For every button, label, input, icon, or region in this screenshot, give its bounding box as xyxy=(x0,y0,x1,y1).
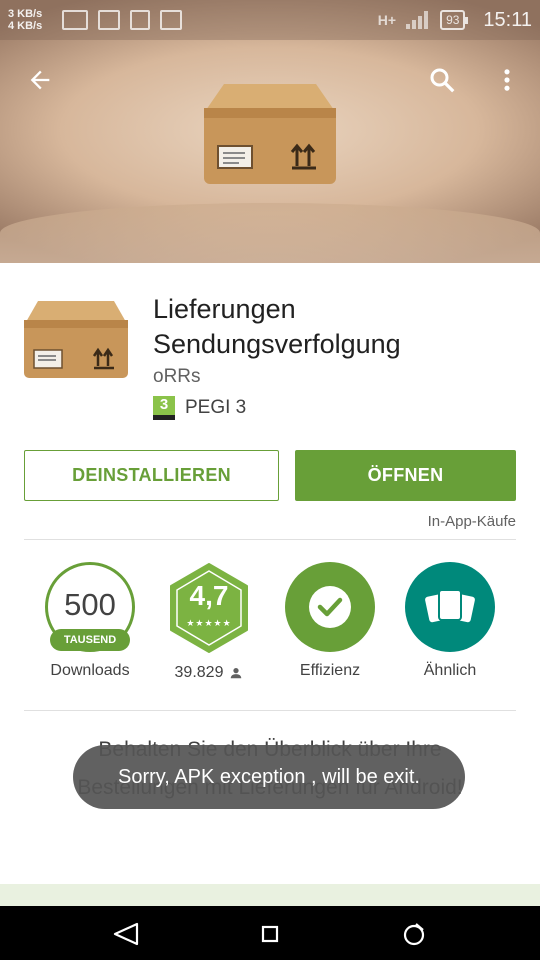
more-options-button[interactable] xyxy=(485,58,529,102)
app-title: Lieferungen Sendungsverfolgung xyxy=(153,294,401,359)
network-speed: 3 KB/s 4 KB/s xyxy=(8,8,56,32)
status-bar: 3 KB/s 4 KB/s H+ 93 15:11 xyxy=(0,0,540,40)
rating-value: 4,7 xyxy=(189,580,229,611)
nav-recents-icon xyxy=(403,923,425,946)
package-illustration xyxy=(204,84,336,184)
bottom-strip xyxy=(0,884,540,906)
header-shelf xyxy=(0,203,540,263)
uninstall-button[interactable]: DEINSTALLIEREN xyxy=(24,450,279,501)
upload-speed: 3 KB/s xyxy=(8,8,43,20)
arrow-back-icon xyxy=(30,70,50,90)
similar-apps-icon xyxy=(425,589,475,623)
downloads-unit: TAUSEND xyxy=(50,629,130,651)
content-rating: 3 PEGI 3 xyxy=(153,396,246,420)
nav-recents-button[interactable] xyxy=(394,914,434,954)
more-vert-icon xyxy=(504,69,510,91)
nav-home-button[interactable] xyxy=(250,914,290,954)
signal-icon xyxy=(406,11,430,29)
category-stat[interactable]: Effizienz xyxy=(270,562,390,680)
mail-icon xyxy=(62,10,88,30)
download-speed: 4 KB/s xyxy=(8,20,43,32)
network-type: H+ xyxy=(377,12,397,28)
clock: 15:11 xyxy=(483,8,532,31)
category-badge xyxy=(285,562,375,652)
briefcase-icon xyxy=(160,10,182,30)
rating-badge: 4,7 ★★★★★ xyxy=(163,562,255,654)
pegi-label: PEGI 3 xyxy=(185,397,247,418)
in-app-purchases-label: In-App-Käufe xyxy=(427,513,516,530)
app-icon xyxy=(24,301,128,378)
divider xyxy=(24,539,516,540)
image-icon xyxy=(98,10,120,30)
downloads-badge: 500 TAUSEND xyxy=(45,562,135,652)
person-icon xyxy=(231,668,242,679)
battery-icon: 93 xyxy=(440,10,469,30)
back-button[interactable] xyxy=(18,58,62,102)
rating-stat[interactable]: 4,7 ★★★★★ 39.829 xyxy=(149,562,269,682)
developer-link[interactable]: oRRs xyxy=(153,366,201,388)
search-icon xyxy=(430,68,455,93)
pegi-icon: 3 xyxy=(153,396,175,420)
downloads-number: 500 xyxy=(64,587,116,622)
nav-home-icon xyxy=(261,925,279,943)
similar-stat[interactable]: Ähnlich xyxy=(390,562,510,680)
notification-icons xyxy=(62,10,182,30)
nav-back-button[interactable] xyxy=(106,914,146,954)
category-label: Effizienz xyxy=(299,662,361,679)
similar-badge xyxy=(405,562,495,652)
similar-label: Ähnlich xyxy=(423,662,477,679)
rating-count: 39.829 xyxy=(174,664,224,681)
toast-message: Sorry, APK exception , will be exit. xyxy=(73,745,465,809)
downloads-stat: 500 TAUSEND Downloads xyxy=(30,562,150,680)
open-button[interactable]: ÖFFNEN xyxy=(295,450,516,501)
divider xyxy=(24,710,516,711)
navigation-bar xyxy=(0,906,540,960)
rating-stars-icon: ★★★★★ xyxy=(186,618,232,628)
checkmark-icon xyxy=(309,586,351,628)
search-button[interactable] xyxy=(420,58,464,102)
nav-back-icon xyxy=(113,922,139,946)
clipboard-icon xyxy=(130,10,150,30)
rating-count-label: 39.829 xyxy=(175,664,244,682)
downloads-label: Downloads xyxy=(50,662,130,679)
